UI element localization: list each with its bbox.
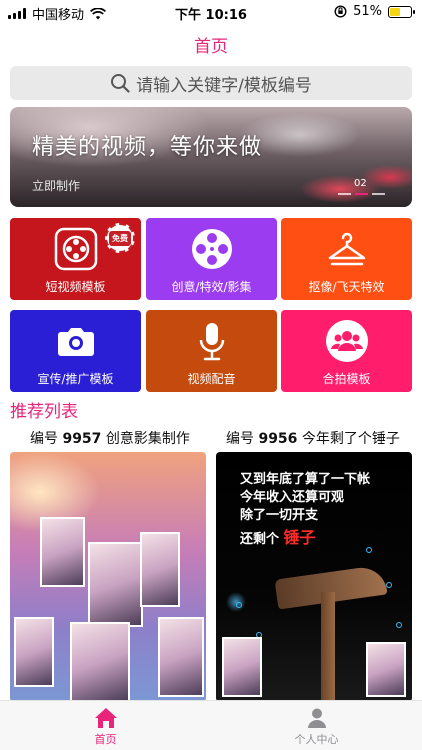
orientation-lock-icon bbox=[334, 5, 347, 18]
app-screen: 中国移动 下午 10:16 51% 首页 请输入关键字/模板编号 精美的视频，等… bbox=[0, 0, 422, 750]
banner-carousel[interactable]: 精美的视频，等你来做 立即制作 02 bbox=[10, 107, 412, 207]
poem-line: 今年收入还算可观 bbox=[240, 490, 345, 505]
poem-line: 还剩个 锤子 bbox=[240, 524, 316, 548]
tile-label: 宣传/推广模板 bbox=[37, 372, 114, 386]
tile-keying-flying-effects[interactable]: 抠像/飞天特效 bbox=[281, 218, 412, 300]
battery-percent: 51% bbox=[353, 4, 382, 19]
poem-line: 又到年底了算了一下帐 bbox=[240, 472, 371, 487]
hanger-icon bbox=[328, 232, 365, 266]
tile-label: 合拍模板 bbox=[322, 372, 371, 386]
poem-highlight: 锤子 bbox=[283, 528, 316, 547]
collage-photo bbox=[158, 617, 204, 697]
tab-profile-label: 个人中心 bbox=[294, 733, 339, 746]
bubble-decoration bbox=[366, 547, 372, 553]
tile-label: 抠像/飞天特效 bbox=[308, 280, 385, 294]
card-number-prefix: 编号 bbox=[226, 431, 254, 447]
tile-label: 视频配音 bbox=[187, 372, 236, 386]
tab-home-label: 首页 bbox=[94, 733, 117, 746]
poem-line-prefix: 还剩个 bbox=[240, 532, 280, 547]
collage-photo bbox=[222, 637, 262, 697]
tile-label: 短视频模板 bbox=[45, 280, 106, 294]
tile-short-video-templates[interactable]: 免费 短视频模板 bbox=[10, 218, 141, 300]
status-right: 51% bbox=[334, 4, 415, 19]
bubble-decoration bbox=[236, 602, 242, 608]
microphone-icon bbox=[199, 323, 224, 361]
free-badge: 免费 bbox=[105, 223, 135, 253]
banner-dots bbox=[338, 193, 385, 195]
tile-promo-templates[interactable]: 宣传/推广模板 bbox=[10, 310, 141, 392]
card-name: 今年剩了个锤子 bbox=[301, 431, 400, 447]
bubble-decoration bbox=[386, 582, 392, 588]
card-number: 9957 bbox=[62, 431, 102, 447]
search-placeholder: 请输入关键字/模板编号 bbox=[136, 75, 312, 96]
banner-page-number: 02 bbox=[354, 178, 367, 189]
tab-home[interactable]: 首页 bbox=[0, 707, 211, 747]
status-bar: 中国移动 下午 10:16 51% bbox=[0, 0, 422, 24]
collage-photo bbox=[140, 532, 180, 607]
carousel-dot[interactable] bbox=[372, 193, 385, 195]
free-badge-label: 免费 bbox=[109, 230, 131, 246]
tile-co-shoot-templates[interactable]: 合拍模板 bbox=[281, 310, 412, 392]
card-number: 9956 bbox=[258, 431, 298, 447]
collage-photo bbox=[40, 517, 85, 587]
group-icon bbox=[325, 320, 368, 362]
carousel-dot[interactable] bbox=[355, 193, 368, 195]
tile-creative-effects-album[interactable]: 创意/特效/影集 bbox=[146, 218, 277, 300]
card-title-9956[interactable]: 编号 9956 今年剩了个锤子 bbox=[226, 428, 400, 448]
poem-line: 除了一切开支 bbox=[240, 508, 319, 523]
film-reel-icon bbox=[191, 229, 232, 269]
banner-title: 精美的视频，等你来做 bbox=[32, 135, 263, 160]
card-thumbnail-9956[interactable]: 又到年底了算了一下帐 今年收入还算可观 除了一切开支 还剩个 锤子 bbox=[216, 452, 412, 702]
camera-icon bbox=[57, 328, 94, 356]
collage-photo bbox=[366, 642, 406, 697]
page-title: 首页 bbox=[194, 37, 228, 57]
home-icon bbox=[94, 708, 117, 728]
tile-label: 创意/特效/影集 bbox=[171, 280, 252, 294]
recommend-section-title: 推荐列表 bbox=[10, 402, 78, 422]
card-thumbnail-9957[interactable] bbox=[10, 452, 206, 702]
battery-icon bbox=[388, 5, 415, 18]
card-name: 创意影集制作 bbox=[105, 431, 190, 447]
tab-bar: 首页 个人中心 bbox=[0, 700, 422, 750]
banner-action-link[interactable]: 立即制作 bbox=[32, 177, 80, 194]
search-icon bbox=[111, 74, 130, 93]
film-reel-icon bbox=[54, 227, 97, 271]
collage-photo bbox=[14, 617, 54, 687]
tile-video-dubbing[interactable]: 视频配音 bbox=[146, 310, 277, 392]
carousel-dot[interactable] bbox=[338, 193, 351, 195]
person-icon bbox=[307, 708, 326, 728]
bubble-decoration bbox=[396, 622, 402, 628]
card-number-prefix: 编号 bbox=[30, 431, 58, 447]
battery-fill bbox=[390, 7, 400, 16]
tab-profile[interactable]: 个人中心 bbox=[211, 707, 422, 747]
search-bar[interactable]: 请输入关键字/模板编号 bbox=[10, 66, 412, 100]
hammer-handle bbox=[321, 592, 335, 702]
card-title-9957[interactable]: 编号 9957 创意影集制作 bbox=[30, 428, 190, 448]
collage-photo bbox=[70, 622, 130, 702]
collage-photo bbox=[88, 542, 143, 627]
